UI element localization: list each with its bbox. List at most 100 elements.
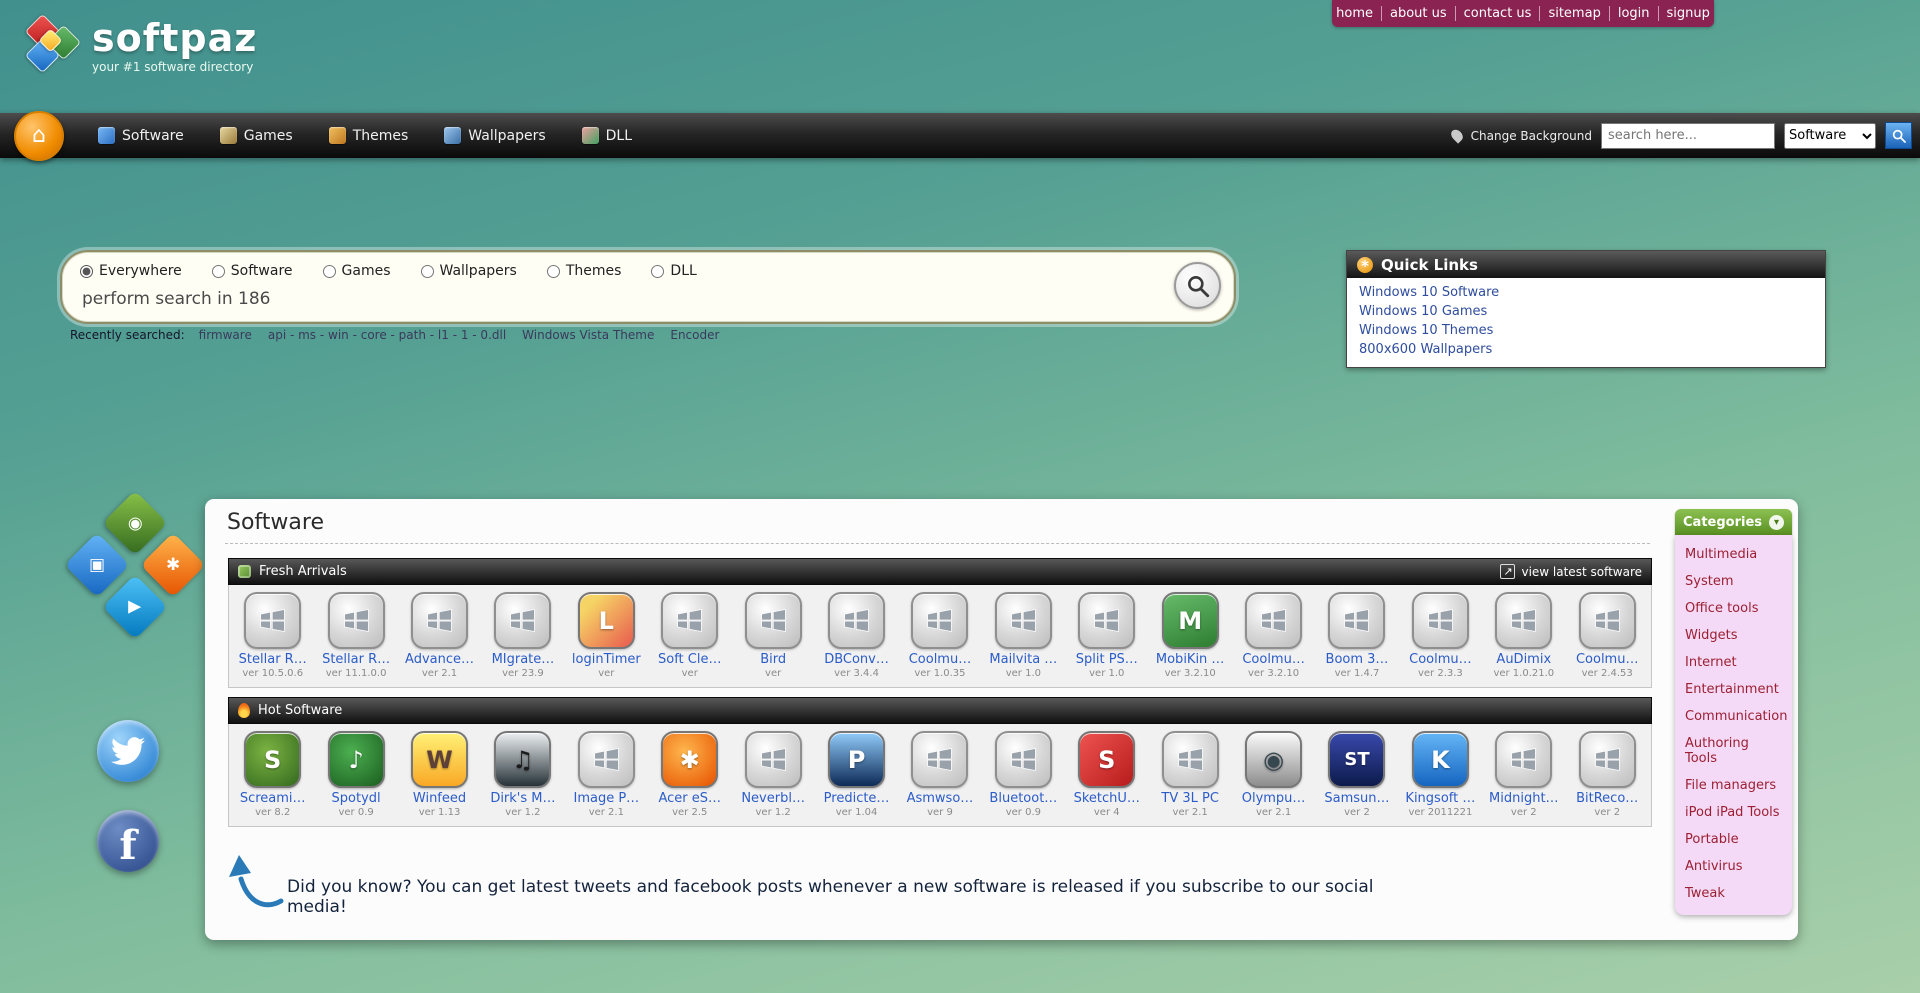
nav-item-games[interactable]: Games <box>220 127 293 144</box>
scope-radio-themes[interactable] <box>547 265 560 278</box>
category-file-managers[interactable]: File managers <box>1675 772 1792 799</box>
nav-item-themes[interactable]: Themes <box>329 127 409 144</box>
nav-item-software[interactable]: Software <box>98 127 184 144</box>
software-item-sketchu[interactable]: SSketchU…ver 4 <box>1065 724 1148 826</box>
software-item-kingsoft[interactable]: KKingsoft …ver 2011221 <box>1399 724 1482 826</box>
games-shortcut-button[interactable]: ▶ <box>102 574 167 639</box>
change-background-link[interactable]: Change Background <box>1471 129 1592 143</box>
software-item-migrate[interactable]: MIgrate…ver 23.9 <box>481 585 564 687</box>
category-multimedia[interactable]: Multimedia <box>1675 541 1792 568</box>
software-item-asmwso[interactable]: Asmwso…ver 9 <box>898 724 981 826</box>
scope-themes[interactable]: Themes <box>547 263 622 279</box>
recent-search-encoder[interactable]: Encoder <box>670 328 719 342</box>
top-nav-home[interactable]: home <box>1328 6 1381 21</box>
category-shortcut-diamonds: ◉ ▣ ✱ ▶ <box>66 498 206 646</box>
categories-header[interactable]: Categories ▾ <box>1675 509 1792 535</box>
quick-link-windows-10-games[interactable]: Windows 10 Games <box>1359 302 1813 321</box>
category-system[interactable]: System <box>1675 568 1792 595</box>
category-office-tools[interactable]: Office tools <box>1675 595 1792 622</box>
software-item-split-ps[interactable]: Split PS…ver 1.0 <box>1065 585 1148 687</box>
software-item-dbconv[interactable]: DBConv…ver 3.4.4 <box>815 585 898 687</box>
navbar-search-button[interactable] <box>1885 122 1912 149</box>
scope-radio-software[interactable] <box>212 265 225 278</box>
recent-search-firmware[interactable]: firmware <box>199 328 252 342</box>
software-item-advance[interactable]: Advance…ver 2.1 <box>398 585 481 687</box>
logo[interactable]: softpaz your #1 software directory <box>22 16 257 76</box>
software-item-coolmu[interactable]: Coolmu…ver 2.3.3 <box>1399 585 1482 687</box>
software-item-coolmu[interactable]: Coolmu…ver 1.0.35 <box>898 585 981 687</box>
top-nav-login[interactable]: login <box>1609 6 1658 21</box>
software-item-tv-3l-pc[interactable]: TV 3L PCver 2.1 <box>1148 724 1231 826</box>
dashed-divider <box>225 543 1650 544</box>
category-tweak[interactable]: Tweak <box>1675 880 1792 907</box>
category-antivirus[interactable]: Antivirus <box>1675 853 1792 880</box>
software-item-bitreco[interactable]: BitReco…ver 2 <box>1566 724 1649 826</box>
software-shortcut-button[interactable]: ✱ <box>140 532 205 597</box>
top-nav-about-us[interactable]: about us <box>1381 6 1455 21</box>
software-item-coolmu[interactable]: Coolmu…ver 3.2.10 <box>1232 585 1315 687</box>
app-icon: S <box>244 731 301 788</box>
scope-radio-wallpapers[interactable] <box>421 265 434 278</box>
software-item-image-p[interactable]: Image P…ver 2.1 <box>565 724 648 826</box>
scope-radio-games[interactable] <box>323 265 336 278</box>
software-item-mobikin[interactable]: MMobiKin …ver 3.2.10 <box>1148 585 1231 687</box>
software-item-acer-es[interactable]: ✱Acer eS…ver 2.5 <box>648 724 731 826</box>
background-dropper-icon[interactable] <box>1449 127 1465 143</box>
nav-item-dll[interactable]: DLL <box>582 127 632 144</box>
software-version: ver 1.04 <box>815 807 898 818</box>
category-entertainment[interactable]: Entertainment <box>1675 676 1792 703</box>
software-name: Mailvita … <box>982 652 1065 667</box>
software-item-samsun[interactable]: STSamsun…ver 2 <box>1315 724 1398 826</box>
scope-dll[interactable]: DLL <box>651 263 696 279</box>
quick-link-windows-10-software[interactable]: Windows 10 Software <box>1359 283 1813 302</box>
search-button[interactable] <box>1174 262 1221 309</box>
recent-search-api-ms-win-core-path-l1-1-0-dl[interactable]: api - ms - win - core - path - l1 - 1 - … <box>268 328 506 342</box>
software-item-stellar-r[interactable]: Stellar R…ver 10.5.0.6 <box>231 585 314 687</box>
software-item-soft-cle[interactable]: Soft Cle…ver <box>648 585 731 687</box>
top-nav-sitemap[interactable]: sitemap <box>1539 6 1608 21</box>
category-portable[interactable]: Portable <box>1675 826 1792 853</box>
software-item-coolmu[interactable]: Coolmu…ver 2.4.53 <box>1566 585 1649 687</box>
facebook-button[interactable]: f <box>97 810 159 872</box>
software-item-winfeed[interactable]: WWinfeedver 1.13 <box>398 724 481 826</box>
home-button[interactable]: ⌂ <box>14 111 64 161</box>
main-search-input[interactable] <box>80 288 1104 310</box>
software-item-predicte[interactable]: PPredicte…ver 1.04 <box>815 724 898 826</box>
software-item-mailvita[interactable]: Mailvita …ver 1.0 <box>982 585 1065 687</box>
recent-search-windows-vista-theme[interactable]: Windows Vista Theme <box>522 328 654 342</box>
software-item-olympu[interactable]: ◉Olympu…ver 2.1 <box>1232 724 1315 826</box>
category-internet[interactable]: Internet <box>1675 649 1792 676</box>
software-item-spotydl[interactable]: ♪Spotydlver 0.9 <box>314 724 397 826</box>
top-nav-signup[interactable]: signup <box>1658 6 1718 21</box>
twitter-button[interactable] <box>97 720 159 782</box>
view-latest-software-link[interactable]: ↗ view latest software <box>1500 564 1642 579</box>
software-item-bluetoot[interactable]: Bluetoot…ver 0.9 <box>982 724 1065 826</box>
software-item-audimix[interactable]: AuDimixver 1.0.21.0 <box>1482 585 1565 687</box>
category-ipod-ipad-tools[interactable]: iPod iPad Tools <box>1675 799 1792 826</box>
hot-software-section: Hot Software SScreami…ver 8.2♪Spotydlver… <box>228 697 1652 827</box>
scope-games[interactable]: Games <box>323 263 391 279</box>
category-authoring-tools[interactable]: Authoring Tools <box>1675 730 1792 772</box>
scope-radio-everywhere[interactable] <box>80 265 93 278</box>
quick-link-800x600-wallpapers[interactable]: 800x600 Wallpapers <box>1359 340 1813 359</box>
navbar-category-select[interactable]: Software <box>1784 123 1876 149</box>
software-item-bird[interactable]: Birdver <box>731 585 814 687</box>
scope-software[interactable]: Software <box>212 263 293 279</box>
top-nav-contact-us[interactable]: contact us <box>1455 6 1540 21</box>
scope-everywhere[interactable]: Everywhere <box>80 263 182 279</box>
scope-wallpapers[interactable]: Wallpapers <box>421 263 517 279</box>
category-widgets[interactable]: Widgets <box>1675 622 1792 649</box>
software-item-logintimer[interactable]: LloginTimerver <box>565 585 648 687</box>
software-item-dirk-s-m[interactable]: ♫Dirk's M…ver 1.2 <box>481 724 564 826</box>
software-item-boom-3[interactable]: Boom 3…ver 1.4.7 <box>1315 585 1398 687</box>
software-item-neverbl[interactable]: Neverbl…ver 1.2 <box>731 724 814 826</box>
software-item-stellar-r[interactable]: Stellar R…ver 11.1.0.0 <box>314 585 397 687</box>
app-icon: ✱ <box>661 731 718 788</box>
software-item-midnight[interactable]: Midnight…ver 2 <box>1482 724 1565 826</box>
quick-link-windows-10-themes[interactable]: Windows 10 Themes <box>1359 321 1813 340</box>
nav-item-wallpapers[interactable]: Wallpapers <box>444 127 545 144</box>
navbar-search-input[interactable] <box>1601 123 1775 149</box>
category-communication[interactable]: Communication <box>1675 703 1792 730</box>
software-item-screami[interactable]: SScreami…ver 8.2 <box>231 724 314 826</box>
scope-radio-dll[interactable] <box>651 265 664 278</box>
